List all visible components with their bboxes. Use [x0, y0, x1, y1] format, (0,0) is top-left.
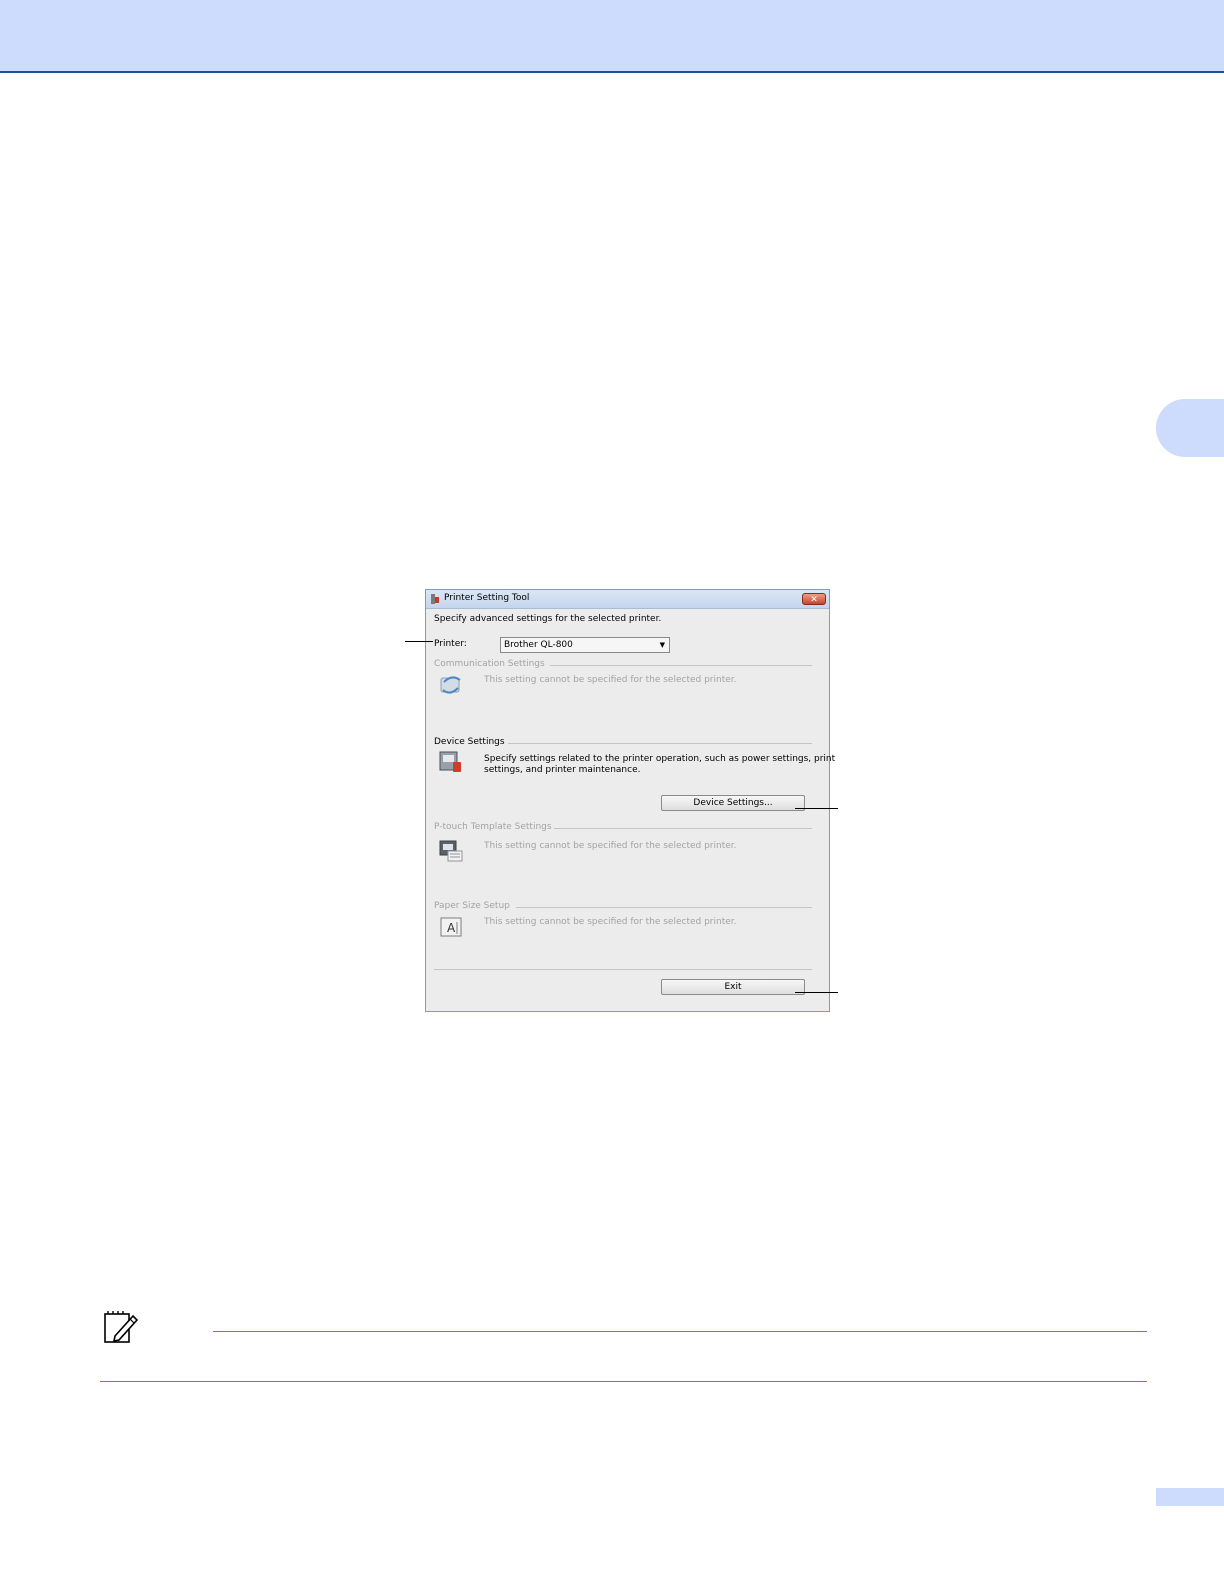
printer-select-value: Brother QL-800: [504, 640, 573, 650]
dialog-content: Specify advanced settings for the select…: [428, 610, 835, 1009]
close-button[interactable]: ✕: [802, 593, 826, 605]
paper-size-setup-description: This setting cannot be specified for the…: [484, 917, 737, 927]
paper-size-setup-heading: Paper Size Setup: [434, 901, 510, 911]
device-settings-description-line1: Specify settings related to the printer …: [484, 754, 836, 764]
ptouch-template-settings-heading: P-touch Template Settings: [434, 822, 552, 832]
app-icon: [431, 594, 439, 604]
chevron-down-icon: ▼: [659, 641, 665, 649]
divider: [550, 665, 812, 666]
communication-settings-heading: Communication Settings: [434, 659, 545, 669]
divider: [554, 828, 812, 829]
divider: [434, 969, 812, 970]
exit-button[interactable]: Exit: [661, 979, 805, 995]
note-top-rule: [213, 1331, 1147, 1332]
divider: [508, 743, 812, 744]
printer-callout-line: [405, 641, 433, 642]
device-settings-heading: Device Settings: [434, 737, 505, 747]
dialog-title: Printer Setting Tool: [444, 593, 530, 603]
device-settings-description-line2: settings, and printer maintenance.: [484, 765, 641, 775]
page-header-band: [0, 0, 1224, 73]
chapter-tab: [1156, 399, 1224, 457]
printer-select[interactable]: Brother QL-800 ▼: [500, 637, 670, 653]
dialog-titlebar: Printer Setting Tool ✕: [426, 590, 829, 609]
device-settings-button[interactable]: Device Settings...: [661, 795, 805, 811]
paper-size-icon: A: [440, 917, 462, 937]
page-number-tab: [1156, 1488, 1224, 1506]
svg-text:A: A: [447, 921, 456, 935]
printer-label: Printer:: [434, 639, 467, 649]
note-icon: [104, 1311, 139, 1343]
ptouch-template-settings-description: This setting cannot be specified for the…: [484, 841, 737, 851]
exit-callout-line: [795, 992, 838, 993]
ptouch-template-icon: [439, 840, 463, 862]
communication-settings-icon: [440, 676, 461, 694]
instruction-text: Specify advanced settings for the select…: [434, 614, 662, 624]
note-bottom-rule: [100, 1381, 1147, 1382]
printer-setting-tool-dialog: Printer Setting Tool ✕ Specify advanced …: [425, 589, 835, 1012]
device-settings-icon: [439, 751, 461, 772]
divider: [516, 907, 812, 908]
communication-settings-description: This setting cannot be specified for the…: [484, 675, 737, 685]
device-settings-callout-line: [795, 808, 838, 809]
